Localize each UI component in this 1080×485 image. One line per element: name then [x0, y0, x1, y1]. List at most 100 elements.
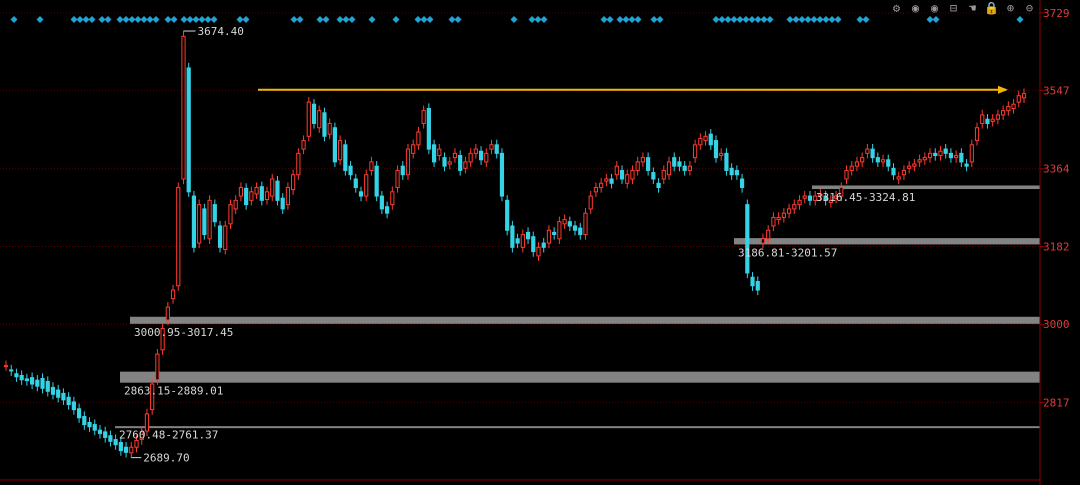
candle-body [489, 144, 494, 150]
candle-body [604, 178, 609, 182]
candle-body [395, 169, 400, 189]
candle-body [739, 178, 745, 189]
candle-body [170, 289, 176, 300]
support-zones [115, 185, 1040, 429]
candle-body [291, 174, 296, 191]
candle-body [1006, 105, 1011, 112]
signal-marker [926, 16, 934, 23]
signal-marker [186, 16, 194, 23]
candle-body [713, 140, 719, 159]
candle-body [907, 165, 912, 169]
candle-body [1001, 110, 1006, 116]
zone-label: 2863.15-2889.01 [124, 385, 223, 398]
basket-icon[interactable]: ⊟ [944, 0, 963, 16]
candle-body [431, 144, 437, 163]
candle-body [35, 379, 40, 387]
candle-body [61, 392, 66, 401]
candle-body [588, 195, 593, 210]
candle-body [426, 108, 431, 150]
settings-icon[interactable]: ⚙ [887, 0, 906, 16]
candle-body [228, 204, 233, 225]
candle-body [3, 365, 9, 368]
support-zone [115, 426, 1040, 429]
y-tick-label: 3000 [1043, 318, 1070, 331]
candle-body [45, 380, 50, 392]
candle-body [264, 191, 270, 200]
signal-marker [448, 16, 456, 23]
hand-icon[interactable]: ☚ [963, 0, 982, 16]
zoom-in-icon[interactable]: ⊕ [1001, 0, 1020, 16]
eye-icon[interactable]: ◉ [906, 0, 925, 16]
candle-body [348, 165, 353, 176]
candle-body [912, 163, 917, 167]
candle-body [82, 415, 87, 426]
signal-marker [932, 16, 940, 23]
candle-body [19, 374, 24, 381]
candle-body [484, 152, 489, 163]
signal-marker [540, 16, 548, 23]
candle-body [687, 165, 692, 171]
candle-body [212, 204, 217, 223]
candle-body [891, 167, 896, 176]
signal-marker [204, 16, 212, 23]
candle-body [92, 424, 97, 431]
candle-body [552, 231, 557, 236]
candle-body [933, 152, 938, 157]
candle-body [155, 353, 160, 381]
candle-body [964, 163, 969, 167]
candle-body [202, 208, 207, 236]
candle-body [567, 221, 572, 227]
signal-marker [792, 16, 800, 23]
candle-body [562, 219, 567, 225]
signal-marker [76, 16, 84, 23]
candlestick-chart[interactable]: 3316.45-3324.81 3186.81-3201.57 3000.95-30… [0, 0, 1080, 485]
candle-body [776, 216, 781, 221]
candle-body [275, 180, 280, 201]
signal-marker [88, 16, 96, 23]
candle-body [630, 169, 635, 180]
signal-marker [606, 16, 614, 23]
y-tick-label: 3729 [1043, 7, 1070, 20]
signal-marker [10, 16, 18, 23]
zoom-out-icon[interactable]: ⊖ [1020, 0, 1039, 16]
candle-body [332, 127, 337, 163]
candle-body [254, 187, 259, 195]
candle-body [875, 157, 880, 163]
signal-marker [718, 16, 726, 23]
zone-label: 3316.45-3324.81 [816, 191, 915, 204]
candle-body [437, 148, 442, 157]
candle-body [390, 191, 395, 206]
support-zone [812, 185, 1040, 190]
signal-marker [316, 16, 324, 23]
eye-icon[interactable]: ◉ [925, 0, 944, 16]
signal-marker [816, 16, 824, 23]
candle-body [40, 377, 45, 389]
signal-marker [724, 16, 732, 23]
candle-body [880, 159, 886, 163]
candle-body [886, 159, 891, 167]
candle-body [677, 161, 682, 167]
candle-body [416, 131, 421, 146]
candle-body [442, 157, 447, 167]
candle-body [515, 238, 520, 244]
signal-marker [712, 16, 720, 23]
candle-body [724, 152, 729, 171]
candle-body [927, 152, 933, 159]
candle-body [959, 152, 964, 163]
candle-body [285, 187, 291, 206]
signal-marker [862, 16, 870, 23]
signal-marker [510, 16, 518, 23]
signal-marker [70, 16, 78, 23]
candle-body [478, 150, 484, 161]
lock-icon[interactable]: 🔒 [982, 0, 1001, 16]
candle-body [463, 161, 468, 169]
candle-body [854, 161, 860, 167]
signal-marker [146, 16, 154, 23]
y-tick-label: 2817 [1043, 396, 1070, 409]
signal-marker [628, 16, 636, 23]
candle-body [807, 195, 813, 201]
candle-body [990, 118, 995, 122]
candle-body [306, 101, 311, 137]
high-label: 3674.40 [197, 25, 243, 38]
signal-marker [152, 16, 160, 23]
